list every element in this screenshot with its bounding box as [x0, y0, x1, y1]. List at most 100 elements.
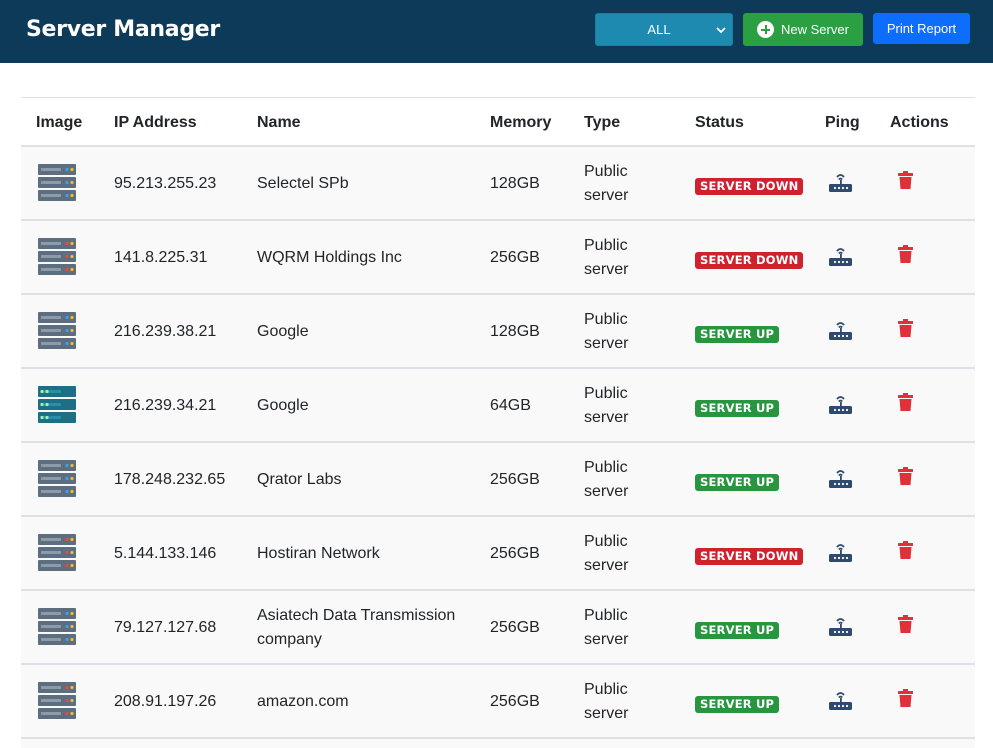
server-name-cell: Selectel SPb — [257, 175, 349, 192]
type-line-2: server — [584, 705, 629, 722]
status-badge: SERVER DOWN — [695, 252, 804, 269]
column-header-ping: Ping — [825, 114, 860, 131]
trash-icon[interactable] — [898, 615, 913, 633]
server-rack-icon — [37, 237, 77, 277]
memory-cell: 256GB — [490, 471, 540, 488]
type-cell: Public server — [584, 308, 628, 356]
type-line-1: Public — [584, 533, 628, 550]
ip-address-cell: 141.8.225.31 — [114, 249, 208, 266]
type-line-2: server — [584, 335, 629, 352]
ip-address-cell: 216.239.38.21 — [114, 323, 217, 340]
type-line-1: Public — [584, 385, 628, 402]
type-line-1: Public — [584, 237, 628, 254]
filter-selected-value: ALL — [647, 22, 671, 37]
type-line-1: Public — [584, 681, 628, 698]
status-badge: SERVER UP — [695, 326, 780, 343]
server-filter-select[interactable]: ALL — [595, 13, 733, 46]
router-icon[interactable] — [828, 615, 853, 638]
type-cell: Public server — [584, 604, 628, 652]
server-rack-icon — [37, 533, 77, 573]
server-rack-icon — [37, 311, 77, 351]
status-badge: SERVER DOWN — [695, 178, 804, 195]
router-icon[interactable] — [828, 319, 853, 342]
column-header-type: Type — [584, 114, 621, 131]
type-cell: Public server — [584, 456, 628, 504]
server-rack-icon — [37, 163, 77, 203]
memory-cell: 256GB — [490, 693, 540, 710]
chevron-down-icon — [716, 27, 726, 34]
server-rack-icon — [37, 459, 77, 499]
trash-icon[interactable] — [898, 245, 913, 263]
type-line-2: server — [584, 261, 629, 278]
trash-icon[interactable] — [898, 541, 913, 559]
type-line-1: Public — [584, 607, 628, 624]
new-server-button[interactable]: New Server — [743, 13, 863, 46]
ip-address-cell: 95.213.255.23 — [114, 175, 217, 192]
memory-cell: 256GB — [490, 619, 540, 636]
server-name-cell: Qrator Labs — [257, 471, 342, 488]
status-badge: SERVER DOWN — [695, 548, 804, 565]
memory-cell: 256GB — [490, 545, 540, 562]
router-icon[interactable] — [828, 689, 853, 712]
type-line-2: server — [584, 483, 629, 500]
server-rack-icon — [37, 385, 77, 425]
table-body: 95.213.255.23 Selectel SPb 128GB Public serv… — [21, 147, 975, 739]
type-line-2: server — [584, 187, 629, 204]
plus-circle-icon — [757, 21, 774, 38]
type-cell: Public server — [584, 530, 628, 578]
table-row: 79.127.127.68 Asiatech Data Transmission … — [21, 591, 975, 665]
type-line-2: server — [584, 557, 629, 574]
status-badge: SERVER UP — [695, 474, 780, 491]
router-icon[interactable] — [828, 171, 853, 194]
trash-icon[interactable] — [898, 689, 913, 707]
status-badge: SERVER UP — [695, 696, 780, 713]
print-report-button[interactable]: Print Report — [873, 13, 970, 44]
server-name-cell: WQRM Holdings Inc — [257, 249, 402, 266]
servers-table: Image IP Address Name Memory Type Status… — [21, 97, 975, 748]
trash-icon[interactable] — [898, 171, 913, 189]
status-badge: SERVER UP — [695, 622, 780, 639]
table-row: 216.239.34.21 Google 64GB Public server SERVE… — [21, 369, 975, 443]
column-header-ip: IP Address — [114, 114, 197, 131]
type-cell: Public server — [584, 234, 628, 282]
table-row: 208.91.197.26 amazon.com 256GB Public server… — [21, 665, 975, 739]
server-name-cell: amazon.com — [257, 693, 349, 710]
column-header-name: Name — [257, 114, 301, 131]
ip-address-cell: 208.91.197.26 — [114, 693, 217, 710]
server-rack-icon — [37, 607, 77, 647]
table-row-partial — [21, 739, 975, 748]
router-icon[interactable] — [828, 245, 853, 268]
column-header-image: Image — [36, 114, 83, 131]
column-header-actions: Actions — [890, 114, 949, 131]
trash-icon[interactable] — [898, 393, 913, 411]
memory-cell: 128GB — [490, 323, 540, 340]
router-icon[interactable] — [828, 393, 853, 416]
app-title: Server Manager — [26, 17, 220, 42]
type-line-1: Public — [584, 311, 628, 328]
type-cell: Public server — [584, 678, 628, 726]
column-header-status: Status — [695, 114, 744, 131]
type-line-2: server — [584, 409, 629, 426]
router-icon[interactable] — [828, 541, 853, 564]
table-header: Image IP Address Name Memory Type Status… — [21, 97, 975, 147]
ip-address-cell: 216.239.34.21 — [114, 397, 217, 414]
ip-address-cell: 178.248.232.65 — [114, 471, 226, 488]
table-row: 5.144.133.146 Hostiran Network 256GB Public… — [21, 517, 975, 591]
trash-icon[interactable] — [898, 467, 913, 485]
table-row: 216.239.38.21 Google 128GB Public server SERV… — [21, 295, 975, 369]
type-line-1: Public — [584, 163, 628, 180]
memory-cell: 128GB — [490, 175, 540, 192]
type-line-1: Public — [584, 459, 628, 476]
ip-address-cell: 79.127.127.68 — [114, 619, 217, 636]
status-badge: SERVER UP — [695, 400, 780, 417]
server-name-cell: Hostiran Network — [257, 545, 380, 562]
server-name-cell: Asiatech Data Transmission company — [257, 607, 456, 648]
table-row: 178.248.232.65 Qrator Labs 256GB Public serv… — [21, 443, 975, 517]
table-row: 95.213.255.23 Selectel SPb 128GB Public serv… — [21, 147, 975, 221]
router-icon[interactable] — [828, 467, 853, 490]
type-cell: Public server — [584, 160, 628, 208]
server-name-cell: Google — [257, 397, 309, 414]
ip-address-cell: 5.144.133.146 — [114, 545, 217, 562]
trash-icon[interactable] — [898, 319, 913, 337]
server-name-cell: Google — [257, 323, 309, 340]
